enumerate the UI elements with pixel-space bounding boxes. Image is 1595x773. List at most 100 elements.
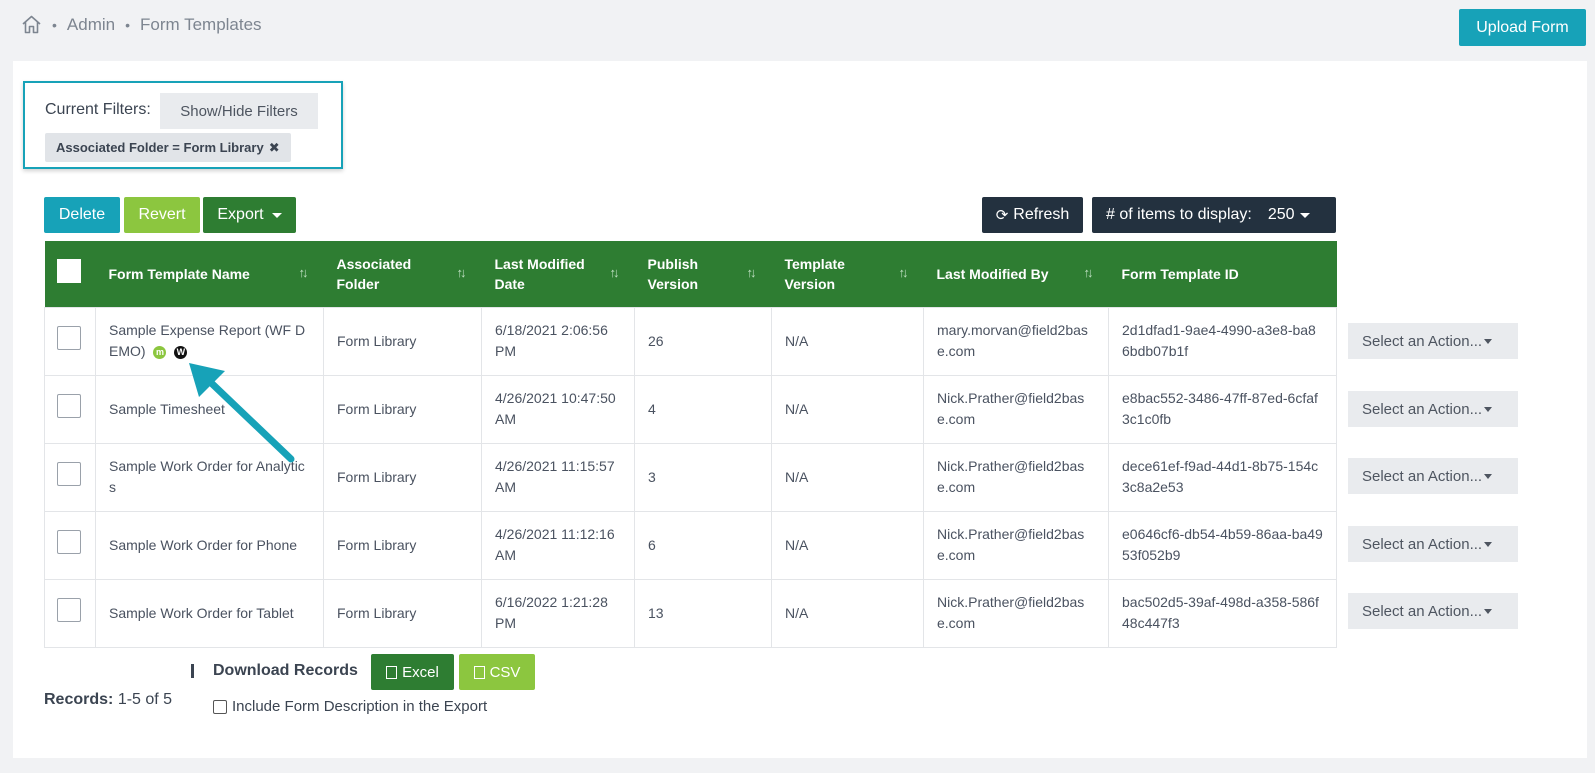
cell-modified-by: Nick.Prather@field2base.com (923, 442, 1109, 512)
col-header-publish-version[interactable]: Publish Version ↑↓ (635, 241, 772, 307)
table-row: Sample Work Order for Tablet Form Librar… (44, 578, 1337, 648)
table-header-row: Form Template Name ↑↓ Associated Folder ↑↓… (44, 241, 1337, 307)
col-header-template-version[interactable]: Template Version ↑↓ (772, 241, 924, 307)
caret-down-icon (1484, 541, 1493, 547)
cell-name[interactable]: Sample Work Order for Tablet (95, 578, 324, 648)
cell-template-id: 2d1dfad1-9ae4-4990-a3e8-ba86bdb07b1f (1108, 306, 1337, 376)
caret-down-icon (1484, 473, 1493, 479)
breadcrumb: • Admin • Form Templates (21, 14, 262, 35)
cell-template-id: e0646cf6-db54-4b59-86aa-ba4953f052b9 (1108, 510, 1337, 580)
download-csv-button[interactable]: CSV (459, 654, 535, 690)
table-row: Sample Work Order for Phone Form Library… (44, 510, 1337, 580)
col-header-modified-date[interactable]: Last Modified Date ↑↓ (482, 241, 635, 307)
cell-modified-by: Nick.Prather@field2base.com (923, 510, 1109, 580)
cell-template-version: N/A (771, 510, 924, 580)
cell-publish-version: 3 (634, 442, 772, 512)
row-checkbox[interactable] (57, 530, 81, 554)
workflow-badge-icon: W (174, 345, 188, 359)
cell-folder: Form Library (323, 306, 482, 376)
items-to-display-dropdown[interactable]: # of items to display: 250 (1092, 197, 1336, 233)
cell-template-id: bac502d5-39af-498d-a358-586f48c447f3 (1108, 578, 1337, 648)
current-filters-box: Current Filters: Show/Hide Filters Assoc… (23, 81, 343, 169)
records-count: Records: 1-5 of 5 (44, 691, 173, 708)
caret-down-icon (1484, 406, 1493, 412)
row-select-cell (44, 510, 96, 580)
revert-button[interactable]: Revert (124, 197, 200, 233)
export-dropdown-button[interactable]: Export (203, 197, 296, 233)
current-filters-label: Current Filters: (45, 101, 151, 118)
col-header-template-id: Form Template ID (1121, 265, 1239, 282)
col-header-name[interactable]: Form Template Name ↑↓ (96, 241, 324, 307)
cell-name[interactable]: Sample Work Order for Phone (95, 510, 324, 580)
cell-template-version: N/A (771, 374, 924, 444)
cell-folder: Form Library (323, 510, 482, 580)
row-action-dropdown[interactable]: Select an Action... (1348, 458, 1518, 494)
close-icon[interactable]: ✖ (269, 140, 280, 156)
cell-publish-version: 4 (634, 374, 772, 444)
main-panel: Current Filters: Show/Hide Filters Assoc… (13, 61, 1587, 758)
cell-publish-version: 6 (634, 510, 772, 580)
row-checkbox[interactable] (57, 598, 81, 622)
sort-icon[interactable]: ↑↓ (747, 263, 757, 283)
cell-modified-date: 4/26/2021 11:15:57 AM (481, 442, 635, 512)
sort-icon[interactable]: ↑↓ (899, 263, 909, 283)
cell-folder: Form Library (323, 578, 482, 648)
row-action-dropdown[interactable]: Select an Action... (1348, 593, 1518, 629)
cell-template-id: dece61ef-f9ad-44d1-8b75-154c3c8a2e53 (1108, 442, 1337, 512)
select-all-cell (45, 241, 96, 307)
cell-folder: Form Library (323, 374, 482, 444)
top-bar: • Admin • Form Templates Upload Form (0, 0, 1595, 56)
divider (191, 664, 194, 678)
sort-icon[interactable]: ↑↓ (299, 263, 309, 283)
delete-button[interactable]: Delete (44, 197, 120, 233)
csv-file-icon (473, 665, 485, 679)
col-header-folder[interactable]: Associated Folder ↑↓ (324, 241, 482, 307)
items-value: 250 (1267, 206, 1295, 223)
cell-modified-date: 6/18/2021 2:06:56 PM (481, 306, 635, 376)
refresh-icon: ⟳ (995, 207, 1009, 224)
row-checkbox[interactable] (57, 462, 81, 486)
row-checkbox[interactable] (57, 394, 81, 418)
row-select-cell (44, 442, 96, 512)
refresh-label: Refresh (1013, 206, 1070, 223)
refresh-button[interactable]: ⟳ Refresh (982, 197, 1083, 233)
cell-publish-version: 26 (634, 306, 772, 376)
row-select-cell (44, 374, 96, 444)
download-records-label: Download Records (213, 662, 358, 679)
cell-modified-by: Nick.Prather@field2base.com (923, 374, 1109, 444)
include-description-checkbox[interactable] (213, 699, 227, 714)
sort-icon[interactable]: ↑↓ (1084, 263, 1094, 283)
row-action-dropdown[interactable]: Select an Action... (1348, 391, 1518, 427)
breadcrumb-separator: • (125, 16, 130, 33)
breadcrumb-admin[interactable]: Admin (67, 15, 115, 35)
select-all-checkbox[interactable] (56, 259, 81, 284)
row-action-dropdown[interactable]: Select an Action... (1348, 526, 1518, 562)
show-hide-filters-button[interactable]: Show/Hide Filters (160, 93, 318, 129)
caret-down-icon (1484, 608, 1493, 614)
upload-form-button[interactable]: Upload Form (1459, 9, 1586, 46)
cell-publish-version: 13 (634, 578, 772, 648)
cell-template-id: e8bac552-3486-47ff-87ed-6cfaf3c1c0fb (1108, 374, 1337, 444)
sort-icon[interactable]: ↑↓ (610, 263, 620, 283)
caret-down-icon (271, 212, 282, 218)
cell-modified-by: Nick.Prather@field2base.com (923, 578, 1109, 648)
export-label: Export (217, 206, 264, 223)
col-header-modified-by[interactable]: Last Modified By ↑↓ (924, 241, 1109, 307)
mobile-badge-icon: m (153, 345, 167, 359)
cell-modified-by: mary.morvan@field2base.com (923, 306, 1109, 376)
download-excel-button[interactable]: Excel (371, 654, 454, 690)
annotation-arrow-icon (189, 363, 295, 463)
items-label: # of items to display: (1106, 206, 1252, 223)
row-action-dropdown[interactable]: Select an Action... (1348, 323, 1518, 359)
cell-folder: Form Library (323, 442, 482, 512)
breadcrumb-separator: • (52, 16, 57, 33)
row-checkbox[interactable] (57, 326, 81, 350)
cell-modified-date: 4/26/2021 11:12:16 AM (481, 510, 635, 580)
include-description-option[interactable]: Include Form Description in the Export (213, 698, 487, 715)
excel-file-icon (386, 665, 398, 679)
breadcrumb-form-templates: Form Templates (140, 14, 262, 34)
row-select-cell (44, 306, 96, 376)
row-select-cell (44, 578, 96, 648)
home-icon[interactable] (21, 14, 42, 35)
sort-icon[interactable]: ↑↓ (457, 263, 467, 283)
